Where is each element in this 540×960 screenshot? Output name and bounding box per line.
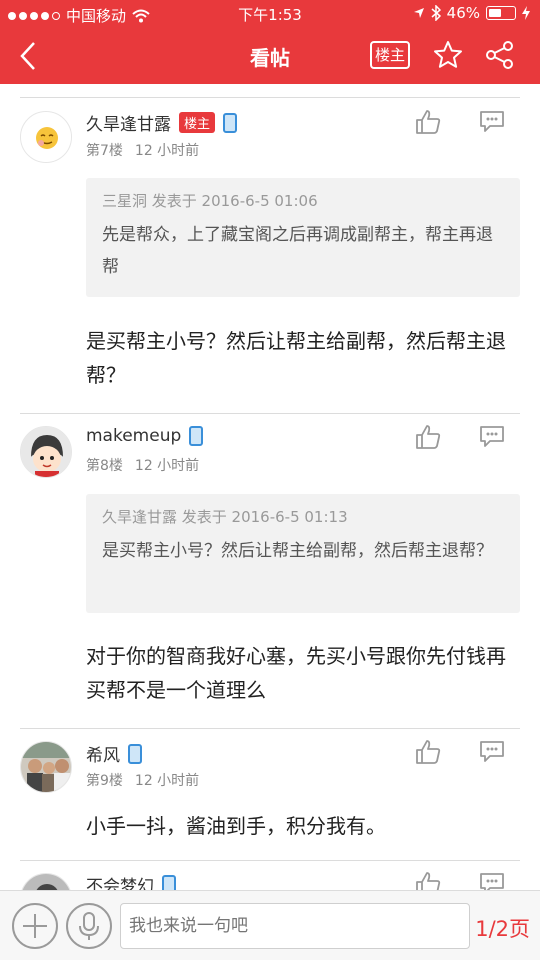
divider [20,860,520,861]
share-icon[interactable] [484,39,516,71]
avatar[interactable] [20,426,72,478]
host-only-button[interactable]: 楼主 [370,41,410,69]
divider [20,97,520,98]
thread-content[interactable]: 久旱逢甘露 楼主 第7楼 12 小时前 三星洞 发表于 2016-6-5 01:0… [0,84,540,890]
avatar-icon [21,874,71,890]
divider [20,728,520,729]
like-icon[interactable] [414,108,442,136]
username[interactable]: 不会梦幻 [86,872,176,890]
like-icon[interactable] [414,738,442,766]
floor-number: 第9楼 [86,773,123,789]
username[interactable]: 希风 [86,741,142,766]
quote-header: 久旱逢甘露 发表于 2016-6-5 01:13 [102,508,348,526]
post-time: 12 小时前 [134,773,200,789]
status-right: 46% [413,4,530,22]
status-bar: 中国移动 下午1:53 46% [0,0,540,28]
page-indicator[interactable]: 1/2页 [475,913,530,943]
voice-button[interactable] [66,903,112,949]
like-icon[interactable] [414,423,442,451]
divider [20,413,520,414]
battery-icon [486,6,516,20]
mobile-device-icon [162,874,176,890]
reply-input[interactable] [120,903,470,949]
mobile-device-icon [128,743,142,764]
username[interactable]: makemeup [86,426,204,446]
star-icon[interactable] [432,39,464,71]
post-time: 12 小时前 [134,458,200,474]
microphone-icon [79,912,99,940]
host-tag: 楼主 [179,112,216,133]
quote-header: 三星洞 发表于 2016-6-5 01:06 [102,192,318,210]
avatar[interactable] [20,873,72,890]
reply-icon[interactable] [478,870,506,890]
username-text[interactable]: 久旱逢甘露 [86,110,171,135]
mobile-device-icon [223,112,238,133]
post-body: 是买帮主小号？然后让帮主给副帮，然后帮主退帮？ [86,329,506,387]
post-meta: 第9楼 12 小时前 [86,770,211,790]
quote-block[interactable]: 久旱逢甘露 发表于 2016-6-5 01:13 是买帮主小号？然后让帮主给副帮… [86,494,520,613]
charging-icon [522,6,530,20]
username-text[interactable]: 不会梦幻 [86,872,154,890]
nav-bar: 看帖 楼主 [0,28,540,84]
photo-avatar-icon [21,742,71,792]
username-text[interactable]: 希风 [86,741,120,766]
quote-block[interactable]: 三星洞 发表于 2016-6-5 01:06 先是帮众，上了藏宝阁之后再调成副帮… [86,178,520,297]
like-icon[interactable] [414,870,442,890]
reply-icon[interactable] [478,738,506,766]
reply-icon[interactable] [478,423,506,451]
post-time: 12 小时前 [134,143,200,159]
floor-number: 第8楼 [86,458,123,474]
post-body: 对于你的智商我好心塞，先买小号跟你先付钱再买帮不是一个道理么 [86,644,506,702]
avatar[interactable] [20,741,72,793]
bluetooth-icon [431,5,441,21]
add-button[interactable] [12,903,58,949]
username[interactable]: 久旱逢甘露 楼主 [86,110,238,135]
reply-icon[interactable] [478,108,506,136]
post-meta: 第8楼 12 小时前 [86,455,211,475]
battery-percent: 46% [446,4,480,22]
post-body: 小手一抖，酱油到手，积分我有。 [86,814,386,838]
post-meta: 第7楼 12 小时前 [86,140,211,160]
mobile-device-icon [189,426,204,446]
reply-bar: 1/2页 [0,890,540,960]
avatar[interactable] [20,111,72,163]
location-arrow-icon [413,8,424,18]
emoji-avatar-icon [21,112,71,162]
plus-icon [23,914,47,938]
floor-number: 第7楼 [86,143,123,159]
cartoon-avatar-icon [21,427,71,477]
username-text[interactable]: makemeup [86,426,181,446]
quote-body: 是买帮主小号？然后让帮主给副帮，然后帮主退帮？ [102,541,493,561]
quote-body: 先是帮众，上了藏宝阁之后再调成副帮主，帮主再退帮 [102,225,493,277]
